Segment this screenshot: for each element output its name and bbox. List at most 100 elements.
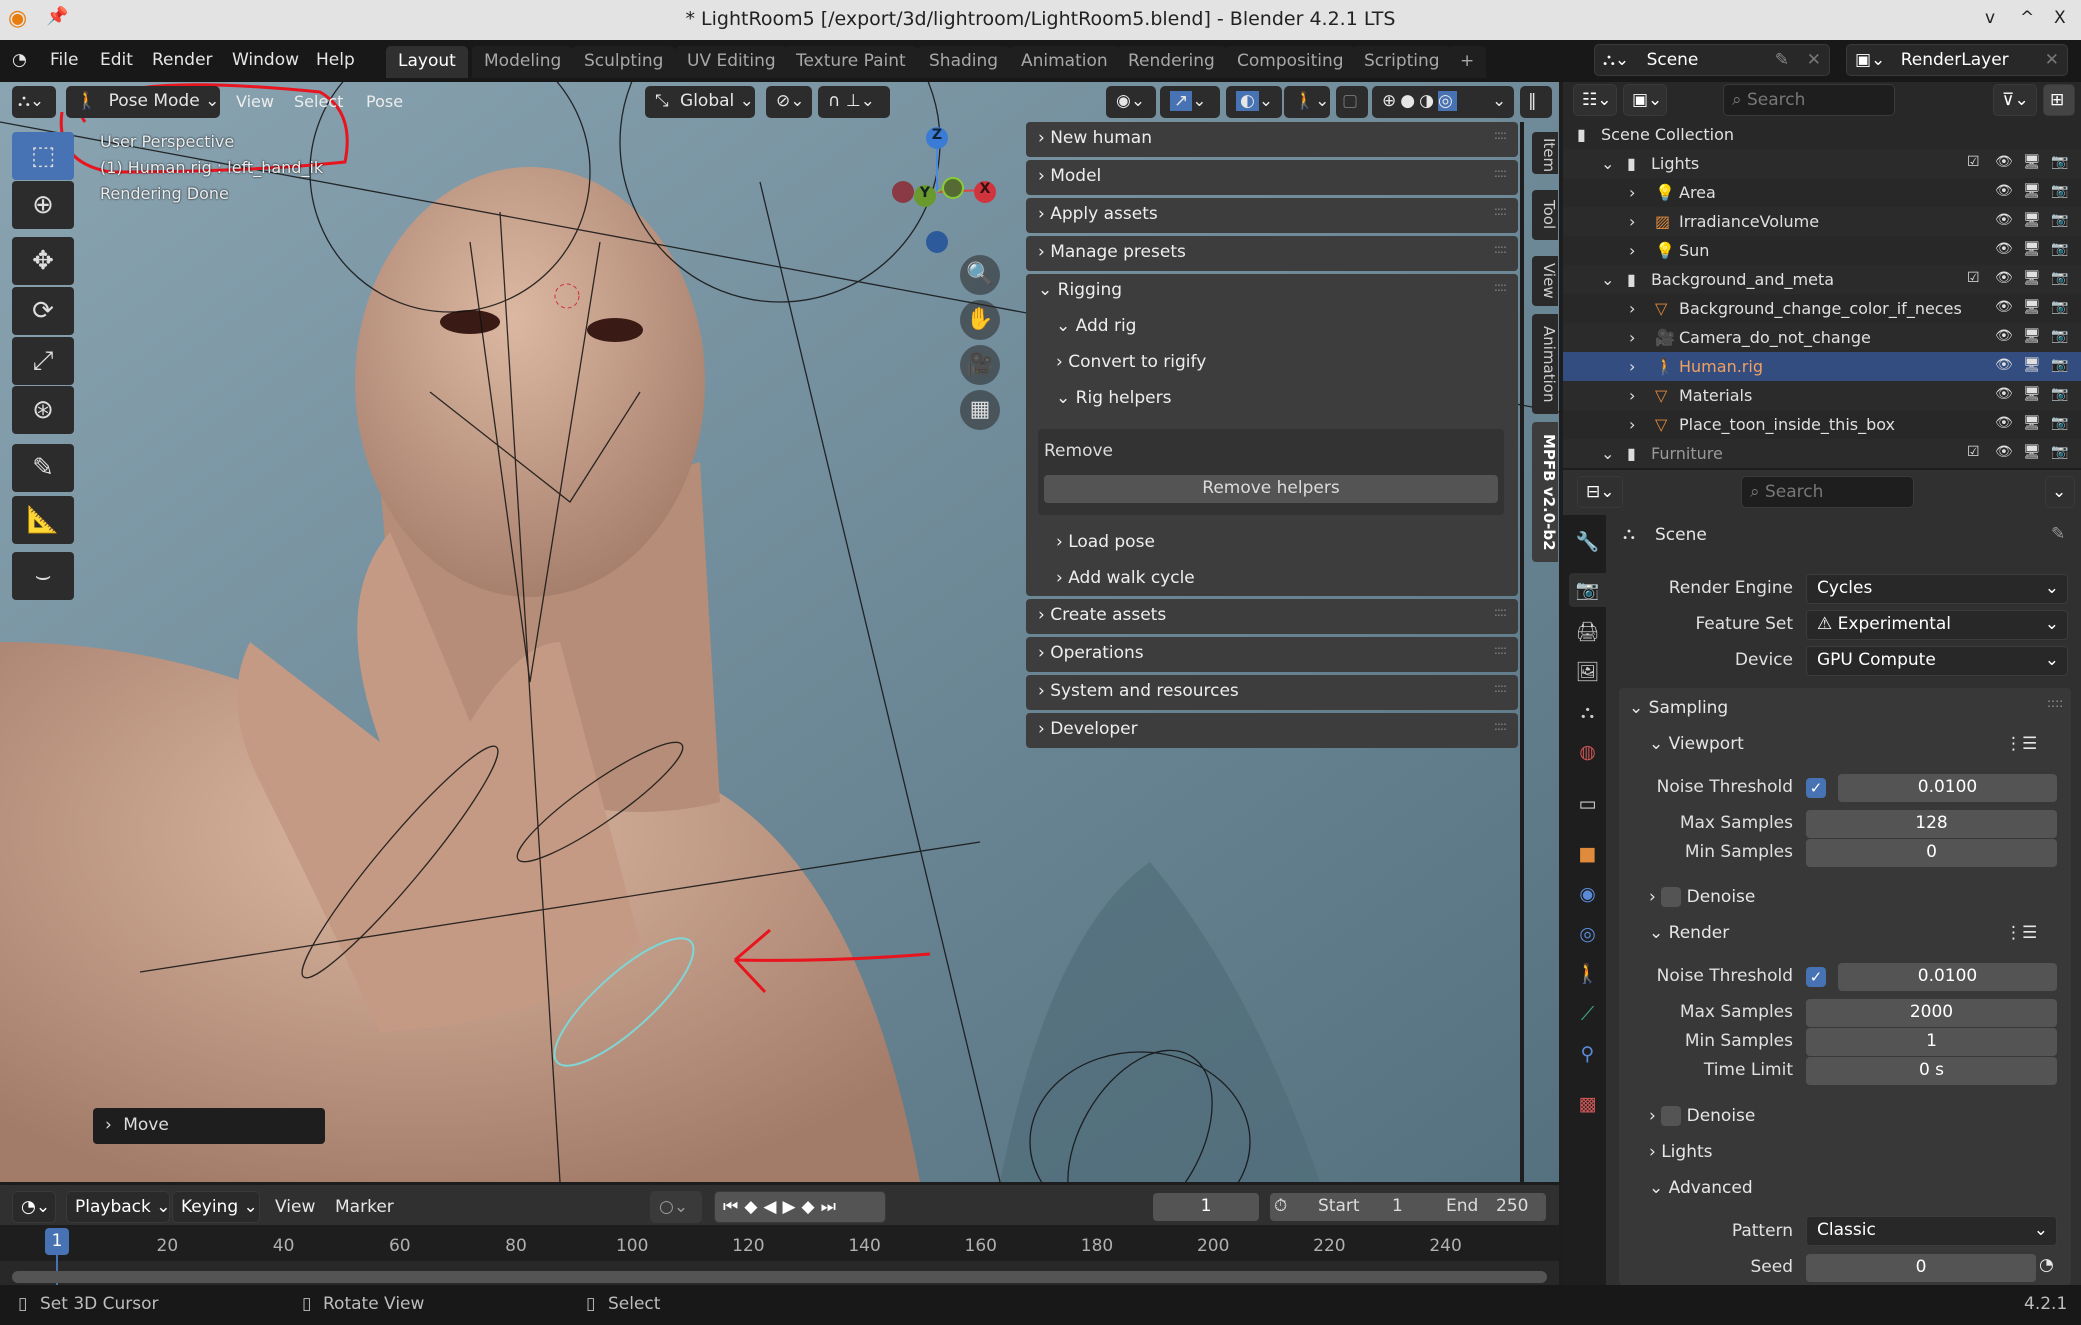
panel-create-assets[interactable]: › Create assets::::	[1026, 599, 1518, 634]
playback-menu[interactable]: Playback ⌄	[66, 1191, 171, 1223]
overlay-toggle[interactable]: ◐ ⌄	[1226, 86, 1282, 118]
viewport-denoise-checkbox[interactable]	[1661, 887, 1682, 907]
render-denoise-checkbox[interactable]	[1661, 1106, 1682, 1126]
physics-tab-icon[interactable]: ◎	[1569, 917, 1606, 951]
drag-grip-icon[interactable]: ::::	[1494, 605, 1507, 619]
ortho-toggle-button[interactable]: ▦	[960, 390, 1000, 430]
add-workspace-button[interactable]: +	[1448, 46, 1487, 78]
outliner-row-label[interactable]: Background_and_meta	[1651, 270, 1834, 289]
panel-model[interactable]: › Model::::	[1026, 160, 1518, 195]
viewport-monitor-icon[interactable]: 🖥	[2023, 212, 2041, 228]
render-camera-icon[interactable]: 📷	[2051, 299, 2068, 315]
subpanel-rig-helpers[interactable]: ⌄ Rig helpers	[1056, 382, 1528, 416]
expand-toggle-icon[interactable]: ›	[1629, 183, 1635, 202]
gizmo-z[interactable]: Z	[926, 127, 948, 149]
render-engine-dropdown[interactable]: Cycles ⌄	[1806, 574, 2068, 604]
shading-mode-buttons[interactable]: ⊕●◑◎	[1372, 86, 1504, 118]
outliner-row[interactable]: ⌄ ▮ Lights ☑ 👁 🖥 📷	[1563, 149, 2081, 178]
outliner-row[interactable]: › 🎥 Camera_do_not_change 👁 🖥 📷	[1563, 323, 2081, 352]
rotate-tool[interactable]: ⟳	[12, 287, 74, 335]
outliner-row-label[interactable]: IrradianceVolume	[1679, 212, 1819, 231]
tab-modeling[interactable]: Modeling	[472, 46, 574, 78]
measure-tool[interactable]: 📐	[12, 496, 74, 544]
drag-grip-icon[interactable]: ::::	[1494, 242, 1507, 256]
viewport-monitor-icon[interactable]: 🖥	[2023, 154, 2041, 170]
drag-grip-icon[interactable]: ::::	[1494, 280, 1507, 294]
tab-texture-paint[interactable]: Texture Paint	[784, 46, 918, 78]
menu-window[interactable]: Window	[232, 50, 299, 70]
gizmo-neg-z[interactable]	[926, 231, 948, 253]
drag-grip-icon[interactable]: ::::	[1494, 719, 1507, 733]
gizmo-neg-x[interactable]	[892, 181, 914, 203]
menu-view[interactable]: View	[236, 92, 274, 111]
cursor-tool[interactable]: ⊕	[12, 181, 74, 229]
material-shading-icon[interactable]: ◑	[1419, 91, 1438, 111]
play-icon[interactable]: ▶	[782, 1197, 801, 1217]
viewport-min-samples-field[interactable]: 0	[1806, 839, 2057, 867]
next-keyframe-icon[interactable]: ◆	[802, 1197, 821, 1217]
outliner-row[interactable]: › ▽ Place_toon_inside_this_box 👁 🖥 📷	[1563, 410, 2081, 439]
last-operator-panel[interactable]: › Move	[93, 1108, 325, 1144]
pin-icon[interactable]: ✎	[1775, 50, 1789, 70]
viewport-noise-threshold-checkbox[interactable]: ✓	[1806, 778, 1826, 798]
solid-shading-icon[interactable]: ●	[1400, 91, 1419, 111]
expand-toggle-icon[interactable]: ›	[1629, 386, 1635, 405]
outliner-row-label[interactable]: Lights	[1651, 154, 1699, 173]
expand-toggle-icon[interactable]: ›	[1629, 241, 1635, 260]
visibility-eye-icon[interactable]: 👁	[1995, 386, 2013, 402]
panel-rigging[interactable]: ⌄ Rigging::::	[1026, 274, 1518, 309]
visibility-eye-icon[interactable]: 👁	[1995, 212, 2013, 228]
render-camera-icon[interactable]: 📷	[2051, 444, 2068, 460]
tab-shading[interactable]: Shading	[917, 46, 1011, 78]
visibility-eye-icon[interactable]: 👁	[1995, 357, 2013, 373]
timeline-marker-menu[interactable]: Marker	[335, 1197, 394, 1217]
viewport-subpanel-header[interactable]: ⌄ Viewport	[1649, 734, 1744, 754]
pan-view-button[interactable]: ✋	[960, 300, 1000, 340]
render-max-samples-field[interactable]: 2000	[1806, 999, 2057, 1027]
tab-uv-editing[interactable]: UV Editing	[675, 46, 788, 78]
render-camera-icon[interactable]: 📷	[2051, 415, 2068, 431]
subpanel-convert-to-rigify[interactable]: › Convert to rigify	[1056, 346, 1528, 380]
scale-tool[interactable]: ⤢	[12, 337, 74, 385]
outliner-row-label[interactable]: Area	[1679, 183, 1716, 202]
end-frame-field[interactable]: 250	[1496, 1196, 1528, 1216]
viewport-monitor-icon[interactable]: 🖥	[2023, 444, 2041, 460]
subpanel-add-walk-cycle[interactable]: › Add walk cycle	[1056, 562, 1528, 596]
tab-layout[interactable]: Layout	[386, 46, 468, 78]
exclude-checkbox[interactable]: ☑	[1967, 154, 1980, 170]
expand-toggle-icon[interactable]: ›	[1629, 212, 1635, 231]
outliner-row-label[interactable]: Camera_do_not_change	[1679, 328, 1871, 347]
panel-manage-presets[interactable]: › Manage presets::::	[1026, 236, 1518, 271]
xray-toggle[interactable]: ▢	[1336, 86, 1368, 118]
scene-name[interactable]: Scene	[1647, 50, 1699, 70]
presets-list-icon[interactable]: ⋮☰	[2005, 734, 2037, 754]
timeline-view-menu[interactable]: View	[275, 1197, 315, 1217]
menu-render[interactable]: Render	[152, 50, 213, 70]
sampling-panel-header[interactable]: ⌄ Sampling	[1629, 698, 1728, 718]
outliner-row-label[interactable]: Scene Collection	[1601, 125, 1734, 144]
time-limit-field[interactable]: 0 s	[1806, 1057, 2057, 1085]
transform-tool[interactable]: ⊛	[12, 386, 74, 434]
view-layer-selector[interactable]: ▣⌄ RenderLayer ✕	[1846, 44, 2068, 76]
auto-keying-toggle[interactable]: ○⌄	[650, 1191, 702, 1223]
viewport-max-samples-field[interactable]: 128	[1806, 810, 2057, 838]
viewport-noise-threshold-field[interactable]: 0.0100	[1838, 774, 2057, 802]
panel-system-and-resources[interactable]: › System and resources::::	[1026, 675, 1518, 710]
filter-dropdown[interactable]: ⊽⌄	[1993, 84, 2037, 116]
render-min-samples-field[interactable]: 1	[1806, 1028, 2057, 1056]
pivot-point-dropdown[interactable]: ⊘⌄	[766, 86, 812, 118]
bone-tool[interactable]: ⌣	[12, 552, 74, 600]
expand-toggle-icon[interactable]: ›	[1629, 357, 1635, 376]
display-mode-dropdown[interactable]: ☷⌄	[1573, 84, 1617, 116]
minimize-button[interactable]: v	[1985, 8, 1995, 28]
drag-grip-icon[interactable]: ::::	[1494, 643, 1507, 657]
scene-selector[interactable]: ⛬⌄ Scene ✎ ✕	[1594, 44, 1830, 76]
exclude-checkbox[interactable]: ☑	[1967, 444, 1980, 460]
random-seed-toggle-icon[interactable]: ◔	[2039, 1255, 2054, 1275]
feature-set-dropdown[interactable]: ⚠ Experimental ⌄	[1806, 610, 2068, 640]
modifiers-tab-icon[interactable]: ◉	[1569, 877, 1606, 911]
outliner-row[interactable]: › 💡 Sun 👁 🖥 📷	[1563, 236, 2081, 265]
menu-select[interactable]: Select	[294, 92, 343, 111]
wireframe-shading-icon[interactable]: ⊕	[1382, 91, 1400, 111]
camera-view-button[interactable]: 🎥	[960, 345, 1000, 385]
